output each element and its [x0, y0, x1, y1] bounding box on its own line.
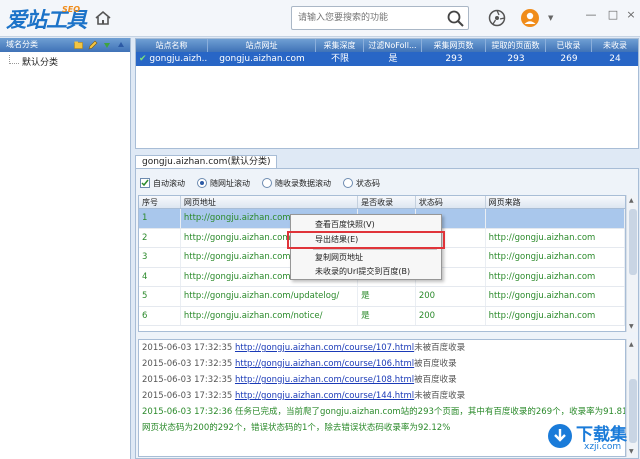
move-down-icon[interactable] — [102, 40, 112, 50]
log-url-link[interactable]: http://gongju.aizhan.com/course/106.html — [235, 359, 414, 369]
site-col-depth[interactable]: 采集深度 — [316, 39, 364, 52]
log-url-link[interactable]: http://gongju.aizhan.com/course/108.html — [235, 375, 414, 385]
site-col-name[interactable]: 站点名称 — [136, 39, 208, 52]
site-col-indexed[interactable]: 已收录 — [546, 39, 592, 52]
url-col-status[interactable]: 状态码 — [416, 196, 486, 208]
log-line: 2015-06-03 17:32:35 http://gongju.aizhan… — [142, 343, 466, 353]
table-row[interactable]: 6 http://gongju.aizhan.com/notice/ 是 200… — [139, 306, 625, 326]
radio-follow-index-label: 随收录数据滚动 — [275, 178, 331, 188]
menu-separator — [313, 249, 437, 250]
check-icon: ✔ — [139, 54, 147, 64]
log-url-link[interactable]: http://gongju.aizhan.com/course/144.html — [235, 391, 414, 401]
site-depth-cell: 不限 — [330, 54, 349, 64]
site-url-cell: gongju.aizhan.com — [219, 54, 305, 64]
site-extracted-cell: 293 — [507, 54, 525, 64]
site-nofollow-cell: 是 — [388, 54, 398, 64]
user-avatar-icon[interactable] — [520, 8, 540, 28]
scroll-up-icon[interactable]: ▲ — [629, 341, 634, 348]
scroll-up-icon[interactable]: ▲ — [629, 197, 634, 204]
radio-follow-index[interactable]: 随收录数据滚动 — [262, 178, 331, 189]
site-name-cell: ✔ gongju.aizh... — [139, 54, 208, 64]
function-search-input[interactable] — [298, 10, 438, 26]
function-search — [291, 6, 469, 30]
radio-status[interactable]: 状态码 — [343, 178, 380, 189]
category-toolbar — [74, 39, 126, 51]
watermark-url: xzji.com — [584, 442, 622, 452]
log-line: 2015-06-03 17:32:35 http://gongju.aizhan… — [142, 359, 457, 369]
category-tree-item[interactable]: 默认分类 — [0, 55, 130, 71]
site-unindexed-cell: 24 — [609, 54, 621, 64]
site-pages-cell: 293 — [445, 54, 463, 64]
maximize-icon[interactable]: □ — [606, 8, 620, 22]
site-col-extracted[interactable]: 提取的页面数 — [486, 39, 546, 52]
url-col-indexed[interactable]: 是否收录 — [358, 196, 416, 208]
search-icon[interactable] — [446, 9, 465, 28]
radio-icon — [262, 178, 272, 188]
auto-scroll-label: 自动滚动 — [153, 178, 185, 188]
user-menu-caret-icon[interactable]: ▼ — [548, 14, 553, 22]
radio-follow-url-label: 随网址滚动 — [210, 178, 250, 188]
url-table-header: 序号 网页地址 是否收录 状态码 网页来路 — [139, 196, 625, 209]
menu-item-copy-url[interactable]: 复制网页地址 — [293, 251, 439, 265]
site-detail-panel: 自动滚动 随网址滚动 随收录数据滚动 状态码 序号 网页地址 是否收录 状态码 … — [135, 168, 639, 459]
url-col-num[interactable]: 序号 — [139, 196, 181, 208]
scrollbar-thumb[interactable] — [629, 209, 637, 275]
move-up-icon[interactable] — [116, 40, 126, 50]
menu-item-submit-baidu[interactable]: 未收录的Url提交到百度(B) — [293, 265, 439, 279]
radio-icon — [343, 178, 353, 188]
skin-icon[interactable] — [487, 8, 507, 28]
log-line: 2015-06-03 17:32:35 http://gongju.aizhan… — [142, 391, 466, 401]
watermark: 下载集 xzji.com — [546, 418, 638, 458]
radio-status-label: 状态码 — [356, 178, 380, 188]
logo-seo-text: SEO — [62, 5, 81, 14]
category-tree-item-label: 默认分类 — [22, 58, 59, 68]
site-col-pages[interactable]: 采集网页数 — [422, 39, 486, 52]
table-row[interactable]: 5 http://gongju.aizhan.com/updatelog/ 是 … — [139, 287, 625, 307]
scroll-options: 自动滚动 随网址滚动 随收录数据滚动 状态码 — [140, 176, 388, 190]
radio-selected-icon — [197, 178, 207, 188]
edit-icon[interactable] — [88, 40, 98, 50]
auto-scroll-checkbox[interactable]: 自动滚动 — [140, 178, 185, 189]
table-row[interactable]: ✔ gongju.aizh... gongju.aizhan.com 不限 是 … — [136, 52, 638, 66]
site-col-nofollow[interactable]: 过滤NoFoll... — [364, 39, 422, 52]
home-button[interactable] — [93, 8, 113, 28]
highlight-box — [287, 231, 445, 249]
site-table-header: 站点名称 站点网址 采集深度 过滤NoFoll... 采集网页数 提取的页面数 … — [136, 39, 638, 52]
tab-site-detail[interactable]: gongju.aizhan.com(默认分类) — [135, 155, 278, 169]
url-col-url[interactable]: 网页地址 — [181, 196, 359, 208]
menu-item-view-snapshot[interactable]: 查看百度快照(V) — [293, 218, 439, 232]
url-col-source[interactable]: 网页来路 — [486, 196, 625, 208]
app-header: 爱站工具包 SEO ▼ — □ × — [0, 0, 640, 62]
app-logo: 爱站工具包 SEO — [6, 4, 88, 62]
home-icon — [95, 10, 111, 25]
minimize-icon[interactable]: — — [584, 8, 598, 22]
site-col-unindexed[interactable]: 未收录 — [592, 39, 638, 52]
close-icon[interactable]: × — [624, 8, 638, 22]
download-logo-icon — [548, 424, 572, 448]
category-panel: 域名分类 默认分类 — [0, 38, 131, 459]
site-table: 站点名称 站点网址 采集深度 过滤NoFoll... 采集网页数 提取的页面数 … — [135, 38, 639, 149]
site-indexed-cell: 269 — [560, 54, 578, 64]
site-col-url[interactable]: 站点网址 — [208, 39, 316, 52]
scroll-down-icon[interactable]: ▼ — [629, 323, 634, 330]
checkbox-checked-icon — [140, 178, 150, 188]
log-url-link[interactable]: http://gongju.aizhan.com/course/107.html — [235, 343, 414, 353]
radio-follow-url[interactable]: 随网址滚动 — [197, 178, 250, 189]
add-folder-icon[interactable] — [74, 40, 84, 50]
url-table-scrollbar[interactable]: ▲ ▼ — [626, 195, 638, 332]
log-line: 2015-06-03 17:32:35 http://gongju.aizhan… — [142, 375, 457, 385]
category-panel-title: 域名分类 — [6, 40, 38, 49]
category-panel-header: 域名分类 — [0, 38, 130, 52]
